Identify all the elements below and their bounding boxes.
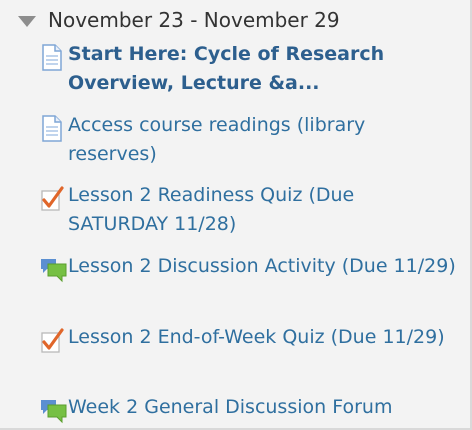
quiz-icon <box>40 185 68 213</box>
activity-link-general-discussion-forum[interactable]: Week 2 General Discussion Forum <box>68 393 460 422</box>
activity-item[interactable]: Access course readings (library reserves… <box>40 111 460 169</box>
activity-item[interactable]: Lesson 2 End-of-Week Quiz (Due 11/29) <box>40 323 460 355</box>
activity-link-start-here[interactable]: Start Here: Cycle of Research Overview, … <box>68 40 460 98</box>
page-icon <box>40 44 68 72</box>
activity-item[interactable]: Lesson 2 Readiness Quiz (Due SATURDAY 11… <box>40 181 460 239</box>
forum-icon <box>40 397 68 425</box>
activity-link-course-readings[interactable]: Access course readings (library reserves… <box>68 111 460 169</box>
forum-icon <box>40 256 68 284</box>
activity-link-discussion-activity[interactable]: Lesson 2 Discussion Activity (Due 11/29) <box>68 252 460 281</box>
collapse-triangle-icon[interactable] <box>18 15 36 27</box>
page-icon <box>40 115 68 143</box>
quiz-icon <box>40 327 68 355</box>
activity-item[interactable]: Start Here: Cycle of Research Overview, … <box>40 40 460 98</box>
course-section-panel: November 23 - November 29 Start Here: Cy… <box>0 0 472 430</box>
activity-link-end-of-week-quiz[interactable]: Lesson 2 End-of-Week Quiz (Due 11/29) <box>68 323 460 352</box>
activity-item[interactable]: Lesson 2 Discussion Activity (Due 11/29) <box>40 252 460 284</box>
activity-item[interactable]: Week 2 General Discussion Forum <box>40 393 460 425</box>
section-header[interactable]: November 23 - November 29 <box>18 6 340 34</box>
activity-link-readiness-quiz[interactable]: Lesson 2 Readiness Quiz (Due SATURDAY 11… <box>68 181 460 239</box>
section-title: November 23 - November 29 <box>48 8 340 32</box>
